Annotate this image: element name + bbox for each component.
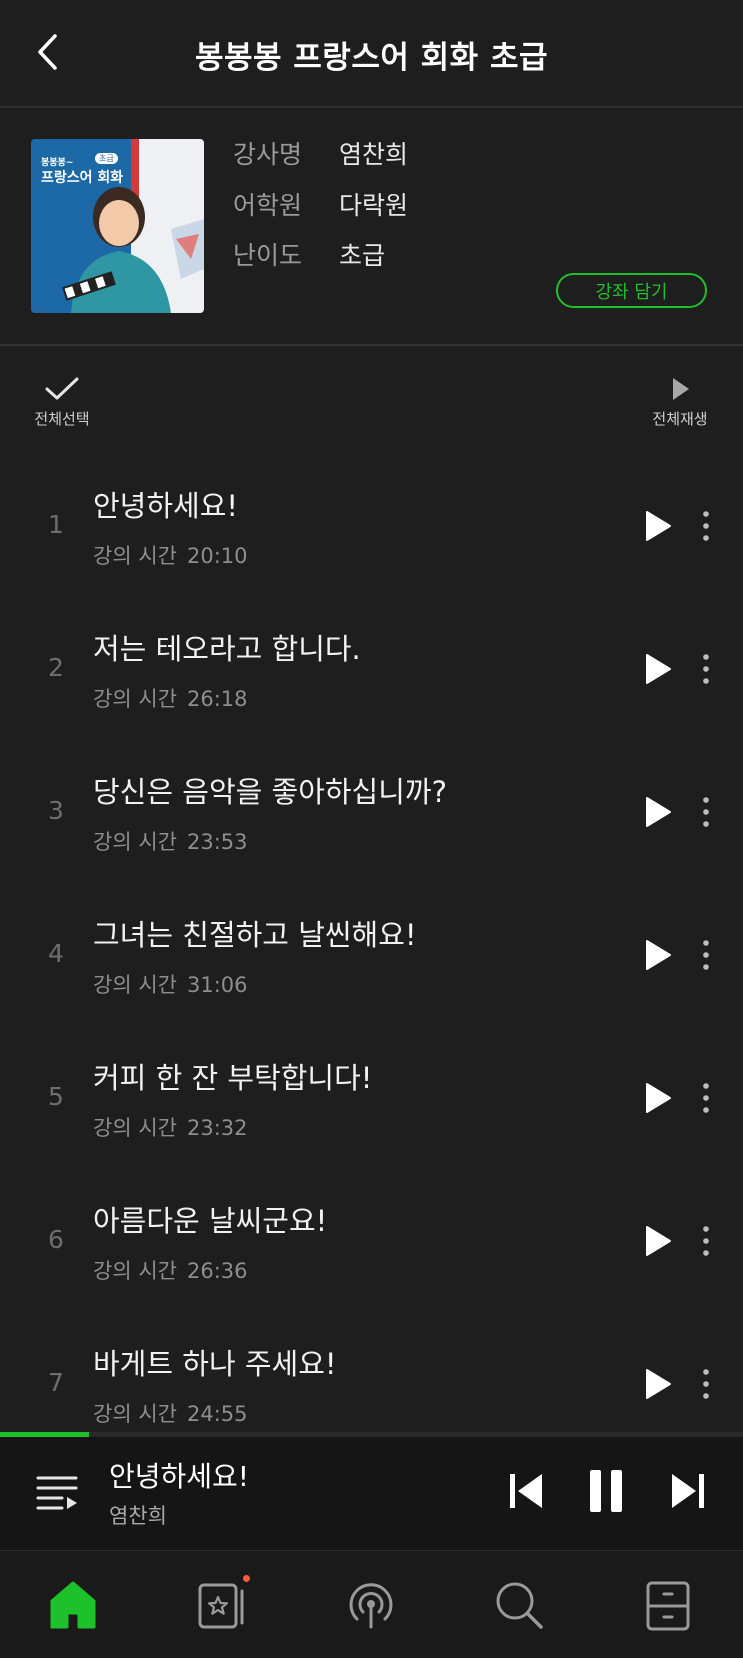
more-options-icon[interactable]	[694, 938, 718, 972]
duration-label: 강의 시간	[93, 544, 177, 568]
lesson-item[interactable]: 3 당신은 음악을 좋아하십니까? 강의 시간 23:53	[0, 741, 743, 884]
more-options-icon[interactable]	[694, 509, 718, 543]
more-options-icon[interactable]	[694, 1367, 718, 1401]
level-label: 난이도	[233, 241, 303, 270]
duration-value: 31:06	[186, 973, 248, 997]
cover-level-badge: 초급	[95, 153, 118, 164]
page-title: 봉봉봉 프랑스어 회화 초급	[194, 40, 549, 76]
duration-label: 강의 시간	[93, 973, 177, 997]
lesson-number: 2	[48, 653, 64, 682]
lesson-item[interactable]: 1 안녕하세요! 강의 시간 20:10	[0, 455, 743, 598]
instructor-name: 염찬희	[338, 140, 408, 169]
lesson-duration: 강의 시간 26:18	[93, 683, 248, 713]
library-icon[interactable]	[640, 1577, 696, 1633]
lesson-play-button[interactable]	[640, 652, 674, 686]
duration-value: 26:36	[186, 1259, 248, 1283]
duration-label: 강의 시간	[93, 1116, 177, 1140]
cover-course-name: 프랑스어 회화	[41, 170, 124, 186]
lesson-number: 4	[48, 939, 64, 968]
academy-name: 다락원	[338, 191, 408, 220]
lesson-number: 5	[48, 1082, 64, 1111]
lesson-duration: 강의 시간 23:32	[93, 1112, 248, 1142]
duration-label: 강의 시간	[93, 687, 177, 711]
playback-progress-fill	[0, 1432, 90, 1437]
more-options-icon[interactable]	[694, 795, 718, 829]
list-toolbar: 전체선택 전체재생	[0, 346, 743, 436]
duration-value: 20:10	[186, 544, 248, 568]
more-options-icon[interactable]	[694, 1224, 718, 1258]
add-course-button[interactable]: 강좌 담기	[556, 273, 707, 308]
notification-dot	[243, 1575, 250, 1582]
lesson-list: 1 안녕하세요! 강의 시간 20:10 2 저는 테오라고 합니다. 강의 시간…	[0, 455, 743, 1435]
academy-label: 어학원	[233, 191, 303, 220]
now-playing-instructor: 염찬희	[109, 1504, 167, 1528]
course-info: 봉봉봉~ 프랑스어 회화 초급 강사명 염찬희 어학원 다락원 난이도 초급 강…	[0, 108, 743, 346]
instructor-label: 강사명	[233, 140, 303, 169]
lesson-title: 그녀는 친절하고 날씬해요!	[93, 918, 417, 952]
duration-label: 강의 시간	[93, 1402, 177, 1426]
duration-value: 26:18	[186, 687, 248, 711]
lesson-item[interactable]: 5 커피 한 잔 부탁합니다! 강의 시간 23:32	[0, 1027, 743, 1170]
lesson-number: 6	[48, 1225, 64, 1254]
lesson-duration: 강의 시간 31:06	[93, 969, 248, 999]
now-playing-title: 안녕하세요!	[109, 1460, 250, 1493]
duration-value: 23:53	[186, 830, 248, 854]
lesson-duration: 강의 시간 24:55	[93, 1398, 248, 1428]
checkmark-icon	[45, 377, 79, 400]
lesson-number: 3	[48, 796, 64, 825]
lesson-play-button[interactable]	[640, 1081, 674, 1115]
next-track-button[interactable]	[668, 1468, 708, 1514]
podcast-icon[interactable]	[343, 1577, 399, 1633]
lesson-item[interactable]: 6 아름다운 날씨군요! 강의 시간 26:36	[0, 1170, 743, 1313]
lesson-title: 안녕하세요!	[93, 489, 239, 523]
duration-value: 23:32	[186, 1116, 248, 1140]
previous-track-button[interactable]	[506, 1468, 546, 1514]
lesson-duration: 강의 시간 20:10	[93, 540, 248, 570]
playlist-icon[interactable]	[34, 1470, 80, 1516]
lesson-play-button[interactable]	[640, 938, 674, 972]
level-row: 난이도 초급	[233, 236, 385, 272]
lesson-duration: 강의 시간 23:53	[93, 826, 248, 856]
select-all-label: 전체선택	[34, 410, 90, 428]
lesson-play-button[interactable]	[640, 1367, 674, 1401]
academy-row: 어학원 다락원	[233, 186, 408, 222]
lesson-title: 당신은 음악을 좋아하십니까?	[93, 775, 447, 809]
lesson-play-button[interactable]	[640, 795, 674, 829]
top-bar: 봉봉봉 프랑스어 회화 초급	[0, 0, 743, 108]
bottom-navigation	[0, 1550, 743, 1658]
lesson-title: 아름다운 날씨군요!	[93, 1204, 328, 1238]
lesson-title: 저는 테오라고 합니다.	[93, 632, 361, 666]
lesson-duration: 강의 시간 26:36	[93, 1255, 248, 1285]
duration-value: 24:55	[186, 1402, 248, 1426]
lesson-item[interactable]: 7 바게트 하나 주세요! 강의 시간 24:55	[0, 1313, 743, 1435]
play-icon	[673, 378, 689, 400]
duration-label: 강의 시간	[93, 1259, 177, 1283]
lesson-number: 1	[48, 510, 64, 539]
lesson-title: 바게트 하나 주세요!	[93, 1347, 337, 1381]
play-all-label: 전체재생	[652, 410, 708, 428]
mini-player[interactable]: 안녕하세요! 염찬희	[0, 1432, 743, 1550]
level-value: 초급	[338, 241, 385, 270]
home-icon[interactable]	[45, 1577, 101, 1633]
lesson-number: 7	[48, 1368, 64, 1397]
lesson-item[interactable]: 2 저는 테오라고 합니다. 강의 시간 26:18	[0, 598, 743, 741]
more-options-icon[interactable]	[694, 1081, 718, 1115]
course-cover-image: 봉봉봉~ 프랑스어 회화 초급	[31, 139, 204, 313]
bookmark-star-icon[interactable]	[194, 1577, 250, 1633]
search-icon[interactable]	[491, 1577, 547, 1633]
pause-button[interactable]	[586, 1466, 626, 1516]
play-all-button[interactable]: 전체재생	[640, 376, 720, 429]
select-all-button[interactable]: 전체선택	[26, 376, 98, 429]
lesson-item[interactable]: 4 그녀는 친절하고 날씬해요! 강의 시간 31:06	[0, 884, 743, 1027]
playback-progress-bar[interactable]	[0, 1432, 743, 1437]
lesson-title: 커피 한 잔 부탁합니다!	[93, 1061, 373, 1095]
instructor-row: 강사명 염찬희	[233, 135, 408, 171]
lesson-play-button[interactable]	[640, 1224, 674, 1258]
more-options-icon[interactable]	[694, 652, 718, 686]
lesson-play-button[interactable]	[640, 509, 674, 543]
duration-label: 강의 시간	[93, 830, 177, 854]
